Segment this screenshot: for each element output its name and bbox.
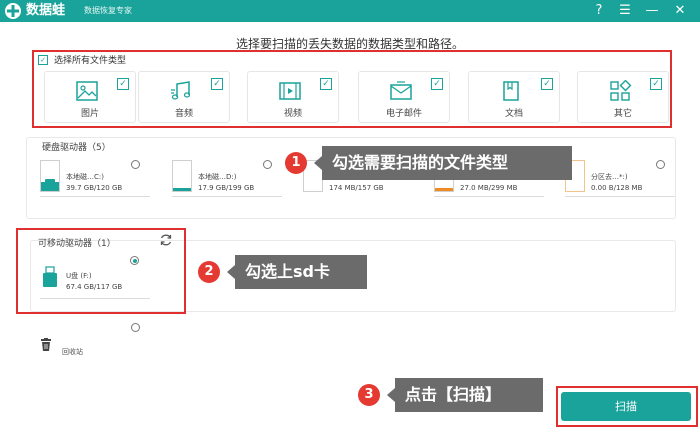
minimize-icon[interactable]: — (643, 2, 661, 20)
other-icon (610, 80, 632, 101)
callout-text-3: 点击【扫描】 (395, 378, 543, 412)
recycle-bin-icon[interactable] (40, 338, 52, 352)
app-subtitle: 数据恢复专家 (84, 6, 132, 15)
type-card-images[interactable]: ✓ 图片 (44, 71, 136, 123)
help-icon[interactable]: ? (590, 2, 608, 20)
documents-checkbox[interactable]: ✓ (541, 78, 553, 90)
type-card-video[interactable]: ✓ 视频 (247, 71, 339, 123)
recycle-bin-radio[interactable] (131, 323, 140, 332)
images-checkbox[interactable]: ✓ (117, 78, 129, 90)
audio-checkbox[interactable]: ✓ (211, 78, 223, 90)
close-icon[interactable]: ✕ (671, 2, 689, 20)
hard-drive-title: 硬盘驱动器（5） (42, 143, 111, 153)
hard-drive-icon (172, 160, 192, 192)
usb-drive-radio[interactable] (130, 256, 139, 265)
drive-name: 分区去…*:) (591, 173, 628, 181)
drive-name: 本地磁…C:) (66, 173, 104, 181)
app-logo-icon (5, 3, 21, 19)
type-card-other[interactable]: ✓ 其它 (577, 71, 669, 123)
callout-arrow-2 (227, 265, 235, 279)
hard-drive-icon (40, 160, 60, 192)
music-icon (171, 81, 191, 100)
callout-arrow-1 (314, 156, 322, 170)
recycle-bin-label: 回收站 (62, 348, 83, 356)
type-label: 图片 (80, 109, 99, 119)
scan-button[interactable]: 扫描 (561, 392, 691, 421)
drive-name: 本地磁…D:) (198, 173, 237, 181)
usb-usage-bar (40, 298, 150, 299)
drive-usage-bar (40, 196, 150, 197)
callout-arrow-3 (387, 388, 395, 402)
drive-size: 174 MB/157 GB (329, 184, 384, 192)
select-all-label: 选择所有文件类型 (54, 56, 127, 66)
callout-text-1: 勾选需要扫描的文件类型 (322, 146, 572, 180)
usb-drive-size: 67.4 GB/117 GB (66, 283, 123, 291)
drive-size: 17.9 GB/199 GB (198, 184, 255, 192)
image-icon (76, 81, 98, 101)
callout-badge-1: 1 (285, 152, 307, 174)
drive-c-radio[interactable] (131, 160, 140, 169)
drive-partition-radio[interactable] (656, 160, 665, 169)
select-all-types[interactable]: ✓ 选择所有文件类型 (38, 53, 126, 66)
type-label: 文档 (504, 109, 523, 119)
type-label: 其它 (613, 109, 632, 119)
usb-drive-name: U盘 (F:) (66, 272, 92, 280)
usb-drive-f[interactable]: U盘 (F:) 67.4 GB/117 GB (40, 264, 152, 300)
video-icon (279, 82, 301, 100)
drive-size: 27.0 MB/299 MB (460, 184, 518, 192)
type-label: 音频 (174, 109, 193, 119)
select-all-checkbox[interactable]: ✓ (38, 54, 48, 65)
type-card-audio[interactable]: ✓ 音频 (138, 71, 230, 123)
email-checkbox[interactable]: ✓ (431, 78, 443, 90)
callout-badge-3: 3 (358, 384, 380, 406)
callout-text-2: 勾选上sd卡 (235, 255, 367, 289)
drive-usage-bar (434, 196, 544, 197)
type-card-email[interactable]: ✓ 电子邮件 (358, 71, 450, 123)
drive-d-radio[interactable] (263, 160, 272, 169)
other-checkbox[interactable]: ✓ (650, 78, 662, 90)
mail-icon (390, 81, 412, 100)
refresh-icon[interactable] (159, 233, 173, 247)
document-icon (503, 81, 519, 101)
drive-usage-bar (565, 196, 675, 197)
usb-drive-icon (43, 266, 57, 287)
video-checkbox[interactable]: ✓ (320, 78, 332, 90)
menu-icon[interactable]: ☰ (616, 2, 634, 20)
removable-title: 可移动驱动器（1） (38, 239, 116, 249)
callout-badge-2: 2 (198, 261, 220, 283)
drive-size: 39.7 GB/120 GB (66, 184, 123, 192)
type-label: 电子邮件 (385, 109, 422, 119)
type-card-documents[interactable]: ✓ 文档 (468, 71, 560, 123)
app-name: 数据蛙 (26, 3, 66, 18)
drive-size: 0.00 B/128 MB (591, 184, 643, 192)
drive-usage-bar (172, 196, 282, 197)
type-label: 视频 (283, 109, 302, 119)
